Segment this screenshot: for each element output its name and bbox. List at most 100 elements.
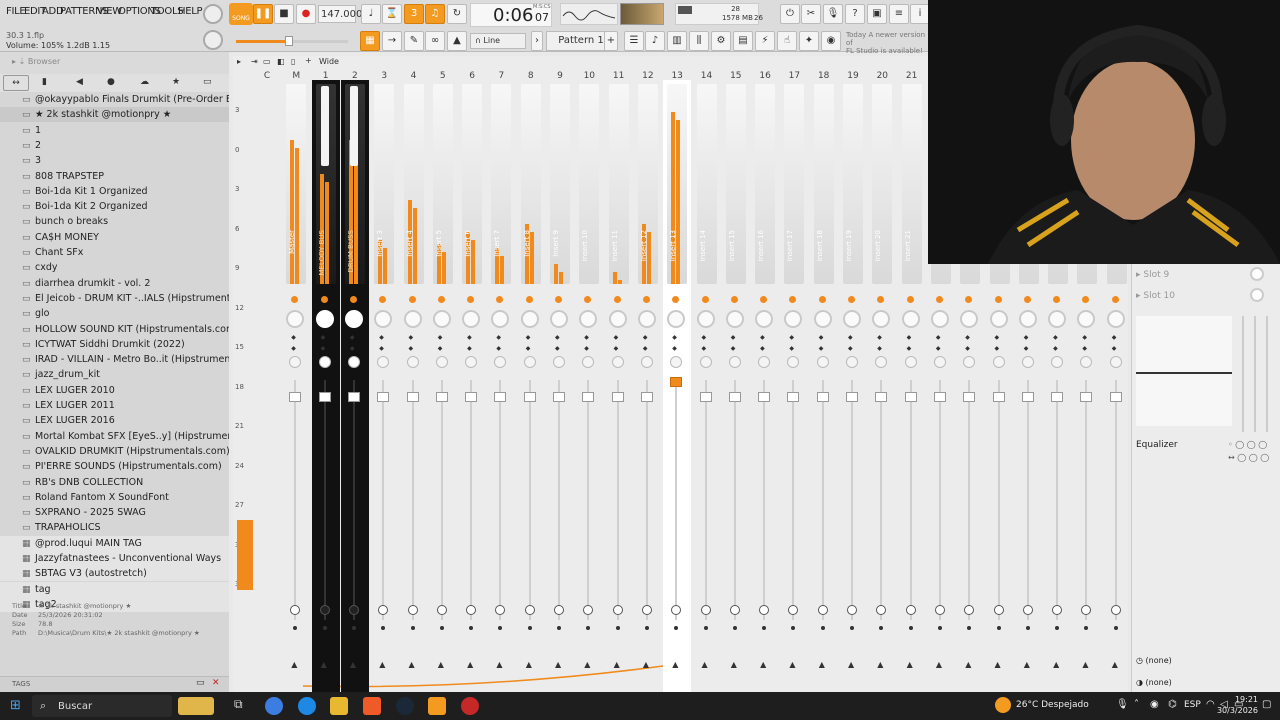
stereo-knob[interactable] [670,356,683,368]
mixer-track[interactable]: Insert 18 ◆ ◆ ▲ [810,80,838,692]
swap-channels-icon[interactable]: ◆ [1112,345,1117,352]
track-name[interactable]: Insert 20 [874,230,882,261]
pan-knob[interactable] [872,310,891,328]
widgets-icon[interactable] [178,697,214,715]
swap-channels-icon[interactable]: ◆ [1053,345,1058,352]
pan-knob[interactable] [550,310,568,328]
pan-knob[interactable] [286,310,305,328]
track-enable-led[interactable] [613,296,621,303]
record-arm-dot[interactable] [937,626,942,630]
slot-10-mix-knob[interactable] [1250,288,1264,302]
browser-item[interactable]: ▭ bunch o breaks [0,214,229,229]
volume-fader-track[interactable] [528,380,531,620]
volume-fader[interactable] [875,392,888,402]
tray-app-icon[interactable]: ◉ [1150,699,1159,710]
pan-knob[interactable] [374,310,393,328]
stereo-knob[interactable] [1109,356,1122,368]
route-arrow-icon[interactable]: ▲ [702,660,708,669]
fx-toggle[interactable] [817,605,828,615]
route-arrow-icon[interactable]: ▲ [496,660,502,669]
stereo-separation-icon[interactable]: ◆ [379,334,384,341]
pan-knob[interactable] [725,310,744,328]
mixer-track[interactable]: Insert 19 ◆ ◆ ▲ [839,80,867,692]
swap-channels-icon[interactable]: ◆ [584,345,589,352]
slot-9[interactable]: ▸ Slot 9 [1136,270,1169,280]
record-arm-dot[interactable] [498,626,503,630]
record-arm-dot[interactable] [732,626,737,630]
track-enable-led[interactable] [935,296,943,303]
route-arrow-icon[interactable]: ▲ [1082,660,1088,669]
route-arrow-icon[interactable]: ▲ [936,660,942,669]
track-enable-led[interactable] [994,296,1002,303]
song-mode-toggle[interactable]: SONG [229,3,253,25]
fx-toggle[interactable] [436,605,447,615]
fx-toggle[interactable] [378,605,389,615]
stereo-separation-icon[interactable]: ◆ [819,334,824,341]
menu-help[interactable]: HELP [178,6,203,17]
track-name[interactable]: Insert 5 [435,230,443,257]
stereo-separation-icon[interactable]: ◆ [877,334,882,341]
route-arrow-icon[interactable]: ▲ [438,660,444,669]
mixer-split-icon[interactable]: ◧ [277,57,285,66]
fx-toggle[interactable] [964,605,975,615]
record-arm-dot[interactable] [586,626,591,630]
eq-knobs[interactable]: ◦ ◯ ◯ ◯ [1228,440,1267,449]
volume-fader[interactable] [787,392,800,402]
stereo-separation-icon[interactable]: ◆ [321,334,326,341]
browser-item[interactable]: ▦ tag [0,581,229,597]
pan-knob[interactable] [960,310,979,328]
volume-fader-track[interactable] [675,380,678,620]
browser-item[interactable]: ▭ cxdy [0,260,229,275]
fx-toggle[interactable] [876,605,887,615]
fx-toggle[interactable] [348,605,359,615]
browser-item[interactable]: ▭ Roland Fantom X SoundFont [0,490,229,505]
track-enable-led[interactable] [525,296,533,303]
stereo-separation-icon[interactable]: ◆ [995,334,1000,341]
pan-knob[interactable] [432,310,451,328]
send-1[interactable]: ◷ (none) [1136,656,1276,665]
fx-toggle[interactable] [934,605,945,615]
mic-button[interactable]: 🎙 [823,4,843,24]
record-arm-dot[interactable] [1055,626,1060,630]
route-arrow-icon[interactable]: ▲ [467,660,473,669]
volume-fader-track[interactable] [968,380,971,620]
slot-9-mix-knob[interactable] [1250,267,1264,281]
fx-toggle[interactable] [905,605,916,615]
browser-item[interactable]: ▦ SBTAG V3 (autostretch) [0,566,229,582]
track-enable-led[interactable] [555,296,562,303]
mixer-menu-icon[interactable]: ▸ [237,57,241,66]
file-explorer-icon[interactable] [330,697,348,715]
browser-tree-icon[interactable]: ⇣ [19,57,26,66]
fx-toggle[interactable] [671,605,682,615]
swap-channels-icon[interactable]: ◆ [409,345,414,352]
route-arrow-icon[interactable]: ▲ [614,660,620,669]
info-button[interactable]: i [910,4,930,24]
stereo-separation-icon[interactable]: ◆ [643,334,648,341]
eq-graph[interactable] [1136,316,1232,426]
volume-fader[interactable] [435,392,448,402]
volume-fader[interactable] [494,392,507,402]
track-enable-led[interactable] [291,296,299,303]
route-arrow-icon[interactable]: ▲ [291,660,297,669]
stereo-separation-icon[interactable]: ◆ [1053,334,1058,341]
stereo-separation-icon[interactable]: ◆ [555,334,560,341]
tags-folder-icon[interactable]: ▭ [196,678,205,688]
mixer-track[interactable]: DRUM BUSS ◆ ◆ ▲ [340,80,369,692]
eq-band-faders[interactable] [1238,316,1274,432]
copilot-icon[interactable] [265,697,283,715]
pan-knob[interactable] [930,310,949,328]
fx-toggle[interactable] [290,605,301,615]
track-enable-led[interactable] [437,296,445,303]
pan-knob[interactable] [491,310,510,328]
route-arrow-icon[interactable]: ▲ [819,660,825,669]
track-enable-led[interactable] [760,296,768,303]
browser-item[interactable]: ▭ Mortal Kombat SFX [EyeS..y] (Hipstrumen… [0,429,229,444]
stereo-separation-icon[interactable]: ◆ [672,334,677,341]
track-name[interactable]: DRUM BUSS [347,230,355,272]
browser-item[interactable]: ▭ SXPRANO - 2025 SWAG [0,505,229,520]
stamp-tool[interactable]: ▲ [447,31,467,51]
record-arm-dot[interactable] [820,626,825,630]
volume-fader[interactable] [846,392,858,402]
brave-icon[interactable] [363,697,381,715]
stereo-separation-icon[interactable]: ◆ [907,334,912,341]
